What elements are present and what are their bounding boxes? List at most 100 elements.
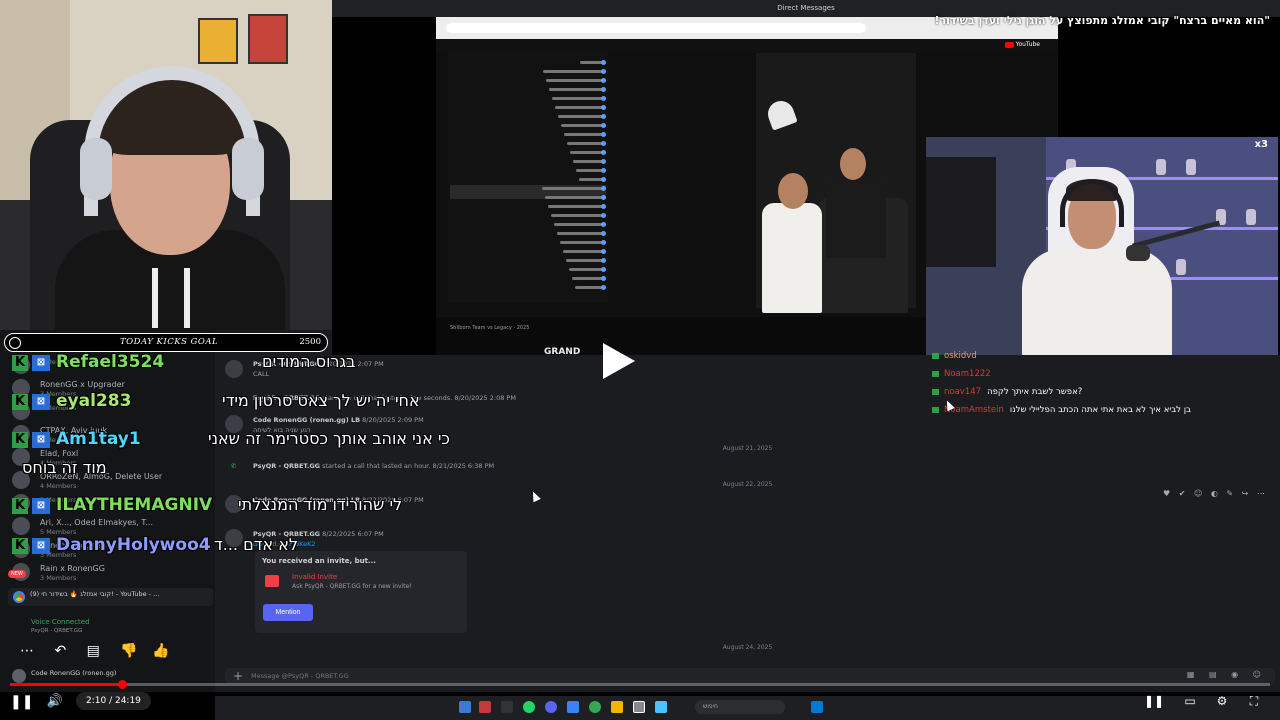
overlay-chat-message: מוד זה בוחס xyxy=(8,458,428,482)
inner-tab-bar: YouTube xyxy=(436,39,1058,53)
thumbnail-chat-line xyxy=(572,276,606,281)
video-scene xyxy=(756,53,916,313)
thumbnail-chat-line xyxy=(543,69,606,74)
chat-username: eyal283 xyxy=(56,391,132,411)
figure-shape xyxy=(1156,159,1166,175)
poster-shape xyxy=(248,14,288,64)
fullscreen-icon[interactable]: ⛶ xyxy=(1244,693,1264,709)
settings-icon[interactable]: ⚙ xyxy=(1212,693,1232,709)
message-action-bar[interactable]: ♥ ✔ ☺ ◐ ✎ ↪ ⋯ xyxy=(1163,489,1268,498)
volume-icon[interactable]: 🔊 xyxy=(44,692,66,710)
app-icon[interactable] xyxy=(501,701,513,713)
video-play-button[interactable] xyxy=(597,341,637,381)
avatar-icon xyxy=(601,258,606,263)
thumbnail-chat-line xyxy=(558,114,606,119)
chrome-icon xyxy=(13,591,25,603)
app-icon[interactable] xyxy=(479,701,491,713)
thumbnail-chat-line xyxy=(555,105,606,110)
overlay-chat-message: noav147 אפשר לשבת איתך לקפה? xyxy=(932,387,1082,397)
dislike-icon[interactable]: 👎 xyxy=(120,643,137,659)
more-icon[interactable]: ⋯ xyxy=(20,643,34,659)
chat-message: Code RonenGG (ronen.gg) LB 8/20/2025 2:0… xyxy=(253,416,424,424)
multiplier-badge: x3 xyxy=(1254,139,1268,150)
avatar-icon xyxy=(601,195,606,200)
person-head-shape xyxy=(840,148,866,180)
share-icon[interactable]: ↶ xyxy=(54,643,66,659)
thumbnail-chat-line xyxy=(554,222,606,227)
app-icon[interactable] xyxy=(655,701,667,713)
app-icon[interactable] xyxy=(633,701,645,713)
subscriber-badge-icon: ⊠ xyxy=(32,432,50,448)
thumbnail-chat-line xyxy=(579,177,606,182)
dm-item[interactable]: Rain x RonenGG 3 Members xyxy=(40,564,105,582)
screenshare-tab[interactable]: (9) קובי אמזלג 🔥 בשידור חי! - YouTube - … xyxy=(8,588,213,606)
kick-goal-value: 2500 xyxy=(299,337,321,347)
kick-goal-bar: TODAY KICKS GOAL 2500 xyxy=(4,333,328,352)
comment-icon[interactable]: ▤ xyxy=(87,643,100,659)
kick-badge-icon xyxy=(932,406,939,413)
subtitles-icon[interactable]: ▭ xyxy=(1180,693,1200,709)
voice-connected-label[interactable]: Voice Connected xyxy=(31,618,90,626)
progress-scrubber[interactable] xyxy=(118,680,127,689)
like-icon[interactable]: 👍 xyxy=(152,643,169,659)
progress-track[interactable] xyxy=(10,683,1270,686)
inner-bottom-text: Stillborn Team vs Legacy · 2025 xyxy=(450,325,530,331)
app-icon[interactable] xyxy=(459,701,471,713)
folder-icon[interactable] xyxy=(611,701,623,713)
figure-shape xyxy=(1186,159,1196,175)
facecam-right: x3 xyxy=(926,137,1278,355)
invite-card: You received an invite, but... Invalid I… xyxy=(255,551,467,633)
app-icon[interactable] xyxy=(567,701,579,713)
avatar-icon xyxy=(601,240,606,245)
thumbnail-chat-line xyxy=(573,159,606,164)
grand-label: GRAND xyxy=(544,347,581,357)
thumbnail-chat-line xyxy=(552,96,606,101)
discord-icon[interactable] xyxy=(545,701,557,713)
taskbar-search[interactable]: חיפוש xyxy=(695,700,785,714)
overlay-chat-message: K ⊠ Refael3524 בגרוס המודים xyxy=(8,352,428,376)
dm-item[interactable]: Ari, X..., Oded Elmakyes, T... 5 Members xyxy=(40,518,153,536)
date-divider: August 24, 2025 xyxy=(722,644,773,651)
subscriber-badge-icon: ⊠ xyxy=(32,498,50,514)
message-author[interactable]: Code RonenGG (ronen.gg) LB xyxy=(253,416,360,424)
mention-button[interactable]: Mention xyxy=(263,604,313,621)
whatsapp-icon[interactable] xyxy=(523,701,535,713)
person-shape xyxy=(762,203,822,313)
user-avatar[interactable] xyxy=(12,669,26,683)
chat-message-text: אפשר לשבת איתך לקפה? xyxy=(987,387,1083,397)
avatar-icon xyxy=(601,105,606,110)
pause-button[interactable]: ❚❚ xyxy=(10,692,33,710)
chat-username: Noam1222 xyxy=(944,369,991,379)
poster-shape xyxy=(198,18,238,64)
windows-start-icon[interactable] xyxy=(811,701,823,713)
chat-message-text: לי שהורידו מוד המנצלתי xyxy=(238,495,403,514)
avatar-icon xyxy=(601,213,606,218)
kick-badge-icon: K xyxy=(12,498,28,514)
thumbnail-chat-line xyxy=(546,78,606,83)
inner-url-field[interactable] xyxy=(446,23,866,33)
chat-message-text: בגרוס המודים xyxy=(262,352,356,371)
chrome-icon[interactable] xyxy=(589,701,601,713)
avatar-icon xyxy=(601,141,606,146)
thumbnail-chat-line xyxy=(557,231,606,236)
overlay-chat-message: K ⊠ DannyHolywoo4 לא אדם ...ד xyxy=(8,535,428,559)
voice-channel-name: PsyQR - QRBET.GG xyxy=(31,628,83,634)
thumbnail-chat-line xyxy=(575,285,606,290)
dm-avatar[interactable] xyxy=(12,517,30,535)
overlay-chat-message: K ⊠ ILAYTHEMAGNIV לי שהורידו מוד המנצלתי xyxy=(8,495,428,519)
avatar-icon xyxy=(601,150,606,155)
kick-badge-icon: K xyxy=(12,432,28,448)
thumbnail-chat-line xyxy=(548,204,606,209)
goal-icon xyxy=(9,337,21,349)
invite-name: Invalid Invite xyxy=(292,573,338,581)
overlay-chat-message: K ⊠ Am1tay1 כי אני אוהב אותך כסטרימר זה שאנ… xyxy=(8,429,450,453)
composer-tools[interactable]: ▦ ▤ ◉ ☺ xyxy=(1187,670,1267,679)
pause-icon[interactable]: ❚❚ xyxy=(1144,693,1164,709)
kick-badge-icon: K xyxy=(12,355,28,371)
thumbnail-chat-line xyxy=(569,267,606,272)
add-attachment-icon[interactable]: + xyxy=(233,669,243,683)
dm-item-members: 4 Members xyxy=(40,482,77,490)
message-input[interactable] xyxy=(251,670,951,682)
user-panel-name: Code RonenGG (ronen.gg) xyxy=(31,669,117,677)
chat-username: Refael3524 xyxy=(56,352,165,372)
